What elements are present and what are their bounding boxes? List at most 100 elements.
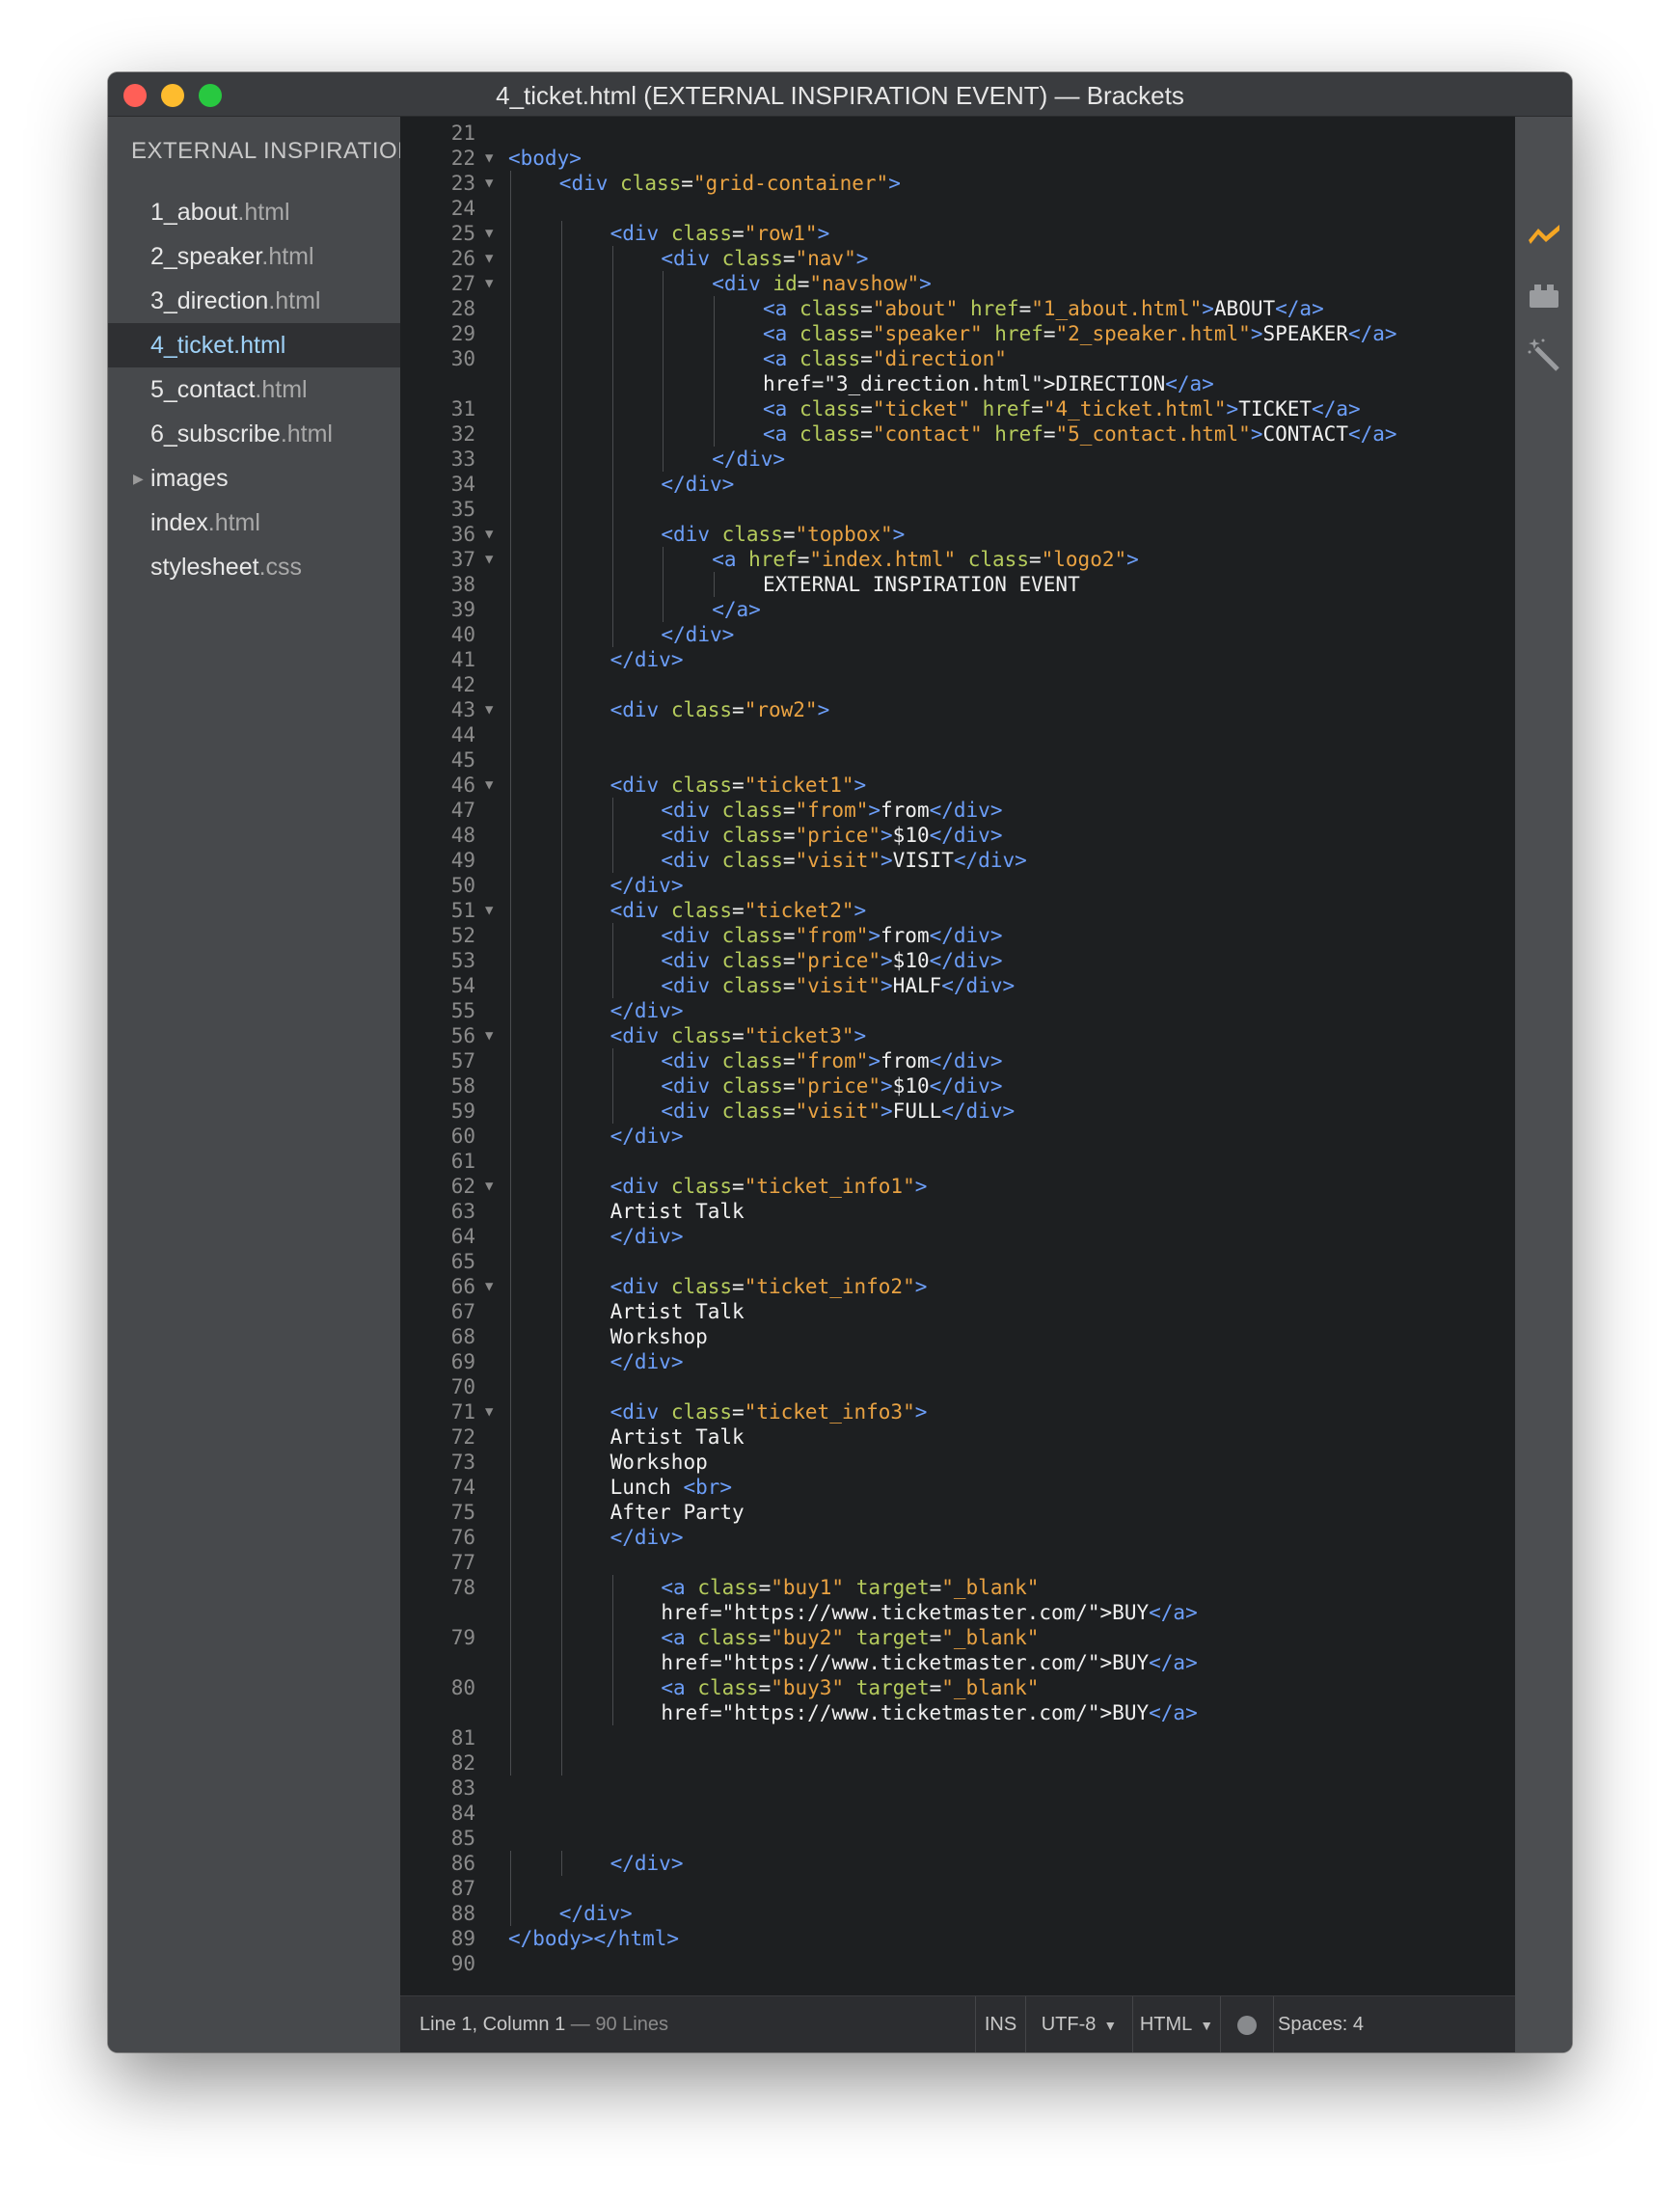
code-line[interactable]: 73 Workshop (400, 1450, 1515, 1475)
code-line[interactable]: 82 (400, 1750, 1515, 1776)
code-line[interactable]: 69 </div> (400, 1349, 1515, 1374)
file-item[interactable]: 1_about.html (108, 190, 400, 234)
fold-toggle-icon[interactable]: ▼ (485, 547, 493, 572)
code-line[interactable]: 80 <a class="buy3" target="_blank" (400, 1675, 1515, 1700)
code-line[interactable]: 35 (400, 497, 1515, 522)
code-line[interactable]: 31 <a class="ticket" href="4_ticket.html"… (400, 396, 1515, 421)
code-line[interactable]: 38 EXTERNAL INSPIRATION EVENT (400, 572, 1515, 597)
code-line[interactable]: 50 </div> (400, 873, 1515, 898)
code-line[interactable]: 29 <a class="speaker" href="2_speaker.htm… (400, 321, 1515, 346)
code-line[interactable]: 75 After Party (400, 1500, 1515, 1525)
folder-item[interactable]: ▶ images (108, 456, 400, 501)
code-line[interactable]: 23 ▼ <div class="grid-container"> (400, 171, 1515, 196)
code-line[interactable]: 45 (400, 747, 1515, 773)
code-editor[interactable]: 21 22 ▼ <body> 23 ▼ <div class="grid-container… (400, 117, 1515, 1995)
code-line[interactable]: 58 <div class="price">$10</div> (400, 1073, 1515, 1098)
code-line[interactable]: 36 ▼ <div class="topbox"> (400, 522, 1515, 547)
code-line[interactable]: href="https://www.ticketmaster.com/">BUY… (400, 1600, 1515, 1625)
code-line[interactable]: 43 ▼ <div class="row2"> (400, 697, 1515, 722)
code-line[interactable]: 22 ▼ <body> (400, 146, 1515, 171)
code-line[interactable]: 55 </div> (400, 998, 1515, 1023)
code-line[interactable]: 78 <a class="buy1" target="_blank" (400, 1575, 1515, 1600)
encoding-dropdown[interactable]: UTF-8 ▼ (1025, 1996, 1132, 2052)
file-item[interactable]: 5_contact.html (108, 367, 400, 412)
code-line[interactable]: 71 ▼ <div class="ticket_info3"> (400, 1399, 1515, 1424)
beautify-wand-icon[interactable] (1527, 337, 1561, 371)
code-line[interactable]: 21 (400, 121, 1515, 146)
code-line[interactable]: 34 </div> (400, 472, 1515, 497)
file-item[interactable]: index.html (108, 501, 400, 545)
code-line[interactable]: 64 </div> (400, 1224, 1515, 1249)
code-line[interactable]: 52 <div class="from">from</div> (400, 923, 1515, 948)
fold-toggle-icon[interactable]: ▼ (485, 221, 493, 246)
fold-toggle-icon[interactable]: ▼ (485, 1399, 493, 1424)
fold-toggle-icon[interactable]: ▼ (485, 697, 493, 722)
file-item[interactable]: 6_subscribe.html (108, 412, 400, 456)
code-line[interactable]: 42 (400, 672, 1515, 697)
fold-toggle-icon[interactable]: ▼ (485, 773, 493, 798)
code-line[interactable]: 66 ▼ <div class="ticket_info2"> (400, 1274, 1515, 1299)
code-line[interactable]: 26 ▼ <div class="nav"> (400, 246, 1515, 271)
code-line[interactable]: 41 </div> (400, 647, 1515, 672)
code-line[interactable]: 88 </div> (400, 1901, 1515, 1926)
code-line[interactable]: 46 ▼ <div class="ticket1"> (400, 773, 1515, 798)
extension-manager-icon[interactable] (1527, 279, 1561, 313)
code-line[interactable]: 28 <a class="about" href="1_about.html">A… (400, 296, 1515, 321)
project-title[interactable]: EXTERNAL INSPIRATION EVENT (131, 138, 400, 165)
code-line[interactable]: 40 </div> (400, 622, 1515, 647)
file-item[interactable]: 2_speaker.html (108, 234, 400, 279)
code-line[interactable]: 57 <div class="from">from</div> (400, 1048, 1515, 1073)
code-line[interactable]: 70 (400, 1374, 1515, 1399)
fold-toggle-icon[interactable]: ▼ (485, 146, 493, 171)
code-line[interactable]: 44 (400, 722, 1515, 747)
code-line[interactable]: 63 Artist Talk (400, 1199, 1515, 1224)
insert-mode-toggle[interactable]: INS (975, 1996, 1025, 2052)
folder-expand-icon[interactable]: ▶ (133, 456, 144, 501)
code-line[interactable]: 51 ▼ <div class="ticket2"> (400, 898, 1515, 923)
file-item[interactable]: stylesheet.css (108, 545, 400, 589)
code-line[interactable]: 67 Artist Talk (400, 1299, 1515, 1324)
code-line[interactable]: href="3_direction.html">DIRECTION</a> (400, 371, 1515, 396)
fold-toggle-icon[interactable]: ▼ (485, 1023, 493, 1048)
code-line[interactable]: 79 <a class="buy2" target="_blank" (400, 1625, 1515, 1650)
code-line[interactable]: 81 (400, 1725, 1515, 1750)
code-line[interactable]: 56 ▼ <div class="ticket3"> (400, 1023, 1515, 1048)
fold-toggle-icon[interactable]: ▼ (485, 271, 493, 296)
code-line[interactable]: 83 (400, 1776, 1515, 1801)
code-line[interactable]: 76 </div> (400, 1525, 1515, 1550)
code-line[interactable]: 39 </a> (400, 597, 1515, 622)
code-line[interactable]: 86 </div> (400, 1851, 1515, 1876)
live-preview-icon[interactable] (1527, 217, 1561, 252)
file-item[interactable]: 3_direction.html (108, 279, 400, 323)
fold-toggle-icon[interactable]: ▼ (485, 522, 493, 547)
code-line[interactable]: 27 ▼ <div id="navshow"> (400, 271, 1515, 296)
code-line[interactable]: 47 <div class="from">from</div> (400, 798, 1515, 823)
code-line[interactable]: 85 (400, 1826, 1515, 1851)
code-line[interactable]: 33 </div> (400, 447, 1515, 472)
code-line[interactable]: 90 (400, 1951, 1515, 1976)
file-item[interactable]: 4_ticket.html (108, 323, 400, 367)
code-line[interactable]: 48 <div class="price">$10</div> (400, 823, 1515, 848)
code-line[interactable]: 25 ▼ <div class="row1"> (400, 221, 1515, 246)
fold-toggle-icon[interactable]: ▼ (485, 1174, 493, 1199)
code-line[interactable]: 65 (400, 1249, 1515, 1274)
code-line[interactable]: 72 Artist Talk (400, 1424, 1515, 1450)
code-line[interactable]: 87 (400, 1876, 1515, 1901)
code-line[interactable]: 49 <div class="visit">VISIT</div> (400, 848, 1515, 873)
fold-toggle-icon[interactable]: ▼ (485, 246, 493, 271)
linting-status[interactable] (1220, 1996, 1273, 2052)
code-line[interactable]: href="https://www.ticketmaster.com/">BUY… (400, 1700, 1515, 1725)
code-line[interactable]: 53 <div class="price">$10</div> (400, 948, 1515, 973)
code-line[interactable]: 89 </body></html> (400, 1926, 1515, 1951)
code-line[interactable]: 54 <div class="visit">HALF</div> (400, 973, 1515, 998)
code-line[interactable]: 77 (400, 1550, 1515, 1575)
indent-settings[interactable]: Spaces: 4 (1273, 1996, 1368, 2052)
fold-toggle-icon[interactable]: ▼ (485, 1274, 493, 1299)
fold-toggle-icon[interactable]: ▼ (485, 898, 493, 923)
code-line[interactable]: 84 (400, 1801, 1515, 1826)
code-line[interactable]: 24 (400, 196, 1515, 221)
language-dropdown[interactable]: HTML ▼ (1132, 1996, 1220, 2052)
code-line[interactable]: 61 (400, 1149, 1515, 1174)
fold-toggle-icon[interactable]: ▼ (485, 171, 493, 196)
code-line[interactable]: 30 <a class="direction" (400, 346, 1515, 371)
